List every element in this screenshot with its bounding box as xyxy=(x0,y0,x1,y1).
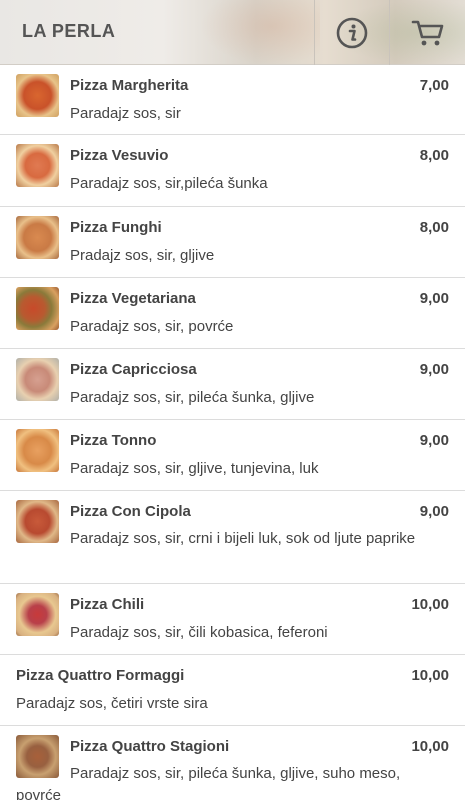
item-price: 9,00 xyxy=(419,503,449,520)
item-name: Pizza Quattro Formaggi xyxy=(16,667,185,684)
item-price: 9,00 xyxy=(419,432,449,449)
item-name: Pizza Capricciosa xyxy=(70,361,197,378)
item-description: Paradajz sos, sir, crni i bijeli luk, so… xyxy=(70,530,416,547)
item-description: Paradajz sos, sir, pileća šunka, gljive,… xyxy=(16,765,401,800)
pizza-image xyxy=(16,287,59,330)
item-price: 8,00 xyxy=(419,147,449,164)
item-description: Paradajz sos, četiri vrste sira xyxy=(16,695,208,712)
menu-item[interactable]: Pizza Quattro Stagioni 10,00 Paradajz so… xyxy=(0,726,465,800)
menu-list: Pizza Margherita 7,00 Paradajz sos, sir … xyxy=(0,65,465,800)
restaurant-name: LA PERLA xyxy=(22,21,116,41)
item-price: 9,00 xyxy=(419,361,449,378)
menu-item[interactable]: Pizza Funghi 8,00 Pradajz sos, sir, glji… xyxy=(0,207,465,278)
menu-item[interactable]: Pizza Vegetariana 9,00 Paradajz sos, sir… xyxy=(0,278,465,349)
info-icon xyxy=(336,17,368,48)
pizza-image xyxy=(16,144,59,187)
item-name: Pizza Margherita xyxy=(70,77,189,94)
item-description: Paradajz sos, sir,pileća šunka xyxy=(70,175,268,192)
item-description: Pradajz sos, sir, gljive xyxy=(70,247,215,264)
item-price: 8,00 xyxy=(419,219,449,236)
item-price: 10,00 xyxy=(411,667,449,684)
cart-icon xyxy=(411,20,443,45)
item-price: 7,00 xyxy=(419,77,449,94)
item-name: Pizza Funghi xyxy=(70,219,162,236)
item-description: Paradajz sos, sir xyxy=(70,105,181,122)
item-name: Pizza Tonno xyxy=(70,432,157,449)
item-description: Paradajz sos, sir, gljive, tunjevina, lu… xyxy=(70,460,319,477)
item-description: Paradajz sos, sir, povrće xyxy=(70,318,234,335)
menu-item[interactable]: Pizza Chili 10,00 Paradajz sos, sir, čil… xyxy=(0,584,465,655)
item-name: Pizza Vesuvio xyxy=(70,147,169,164)
pizza-image xyxy=(16,429,59,472)
menu-item[interactable]: Pizza Vesuvio 8,00 Paradajz sos, sir,pil… xyxy=(0,135,465,207)
item-price: 10,00 xyxy=(411,596,449,613)
item-name: Pizza Quattro Stagioni xyxy=(70,738,230,755)
info-button[interactable] xyxy=(314,0,389,65)
menu-item[interactable]: Pizza Con Cipola 9,00 Paradajz sos, sir,… xyxy=(0,491,465,584)
header-background-image xyxy=(200,0,320,65)
menu-item[interactable]: Pizza Quattro Formaggi 10,00 Paradajz so… xyxy=(0,655,465,726)
menu-item[interactable]: Pizza Capricciosa 9,00 Paradajz sos, sir… xyxy=(0,349,465,420)
item-price: 9,00 xyxy=(419,290,449,307)
item-name: Pizza Chili xyxy=(70,596,145,613)
item-description: Paradajz sos, sir, čili kobasica, fefero… xyxy=(70,624,328,641)
pizza-image xyxy=(16,74,59,117)
item-name: Pizza Con Cipola xyxy=(70,503,191,520)
item-name: Pizza Vegetariana xyxy=(70,290,196,307)
menu-item[interactable]: Pizza Tonno 9,00 Paradajz sos, sir, glji… xyxy=(0,420,465,491)
pizza-image xyxy=(16,216,59,259)
app-header: LA PERLA xyxy=(0,0,465,65)
item-price: 10,00 xyxy=(411,738,449,755)
menu-item[interactable]: Pizza Margherita 7,00 Paradajz sos, sir xyxy=(0,65,465,135)
pizza-image xyxy=(16,358,59,401)
cart-button[interactable] xyxy=(389,0,465,65)
item-description: Paradajz sos, sir, pileća šunka, gljive xyxy=(70,389,315,406)
pizza-image xyxy=(16,593,59,636)
